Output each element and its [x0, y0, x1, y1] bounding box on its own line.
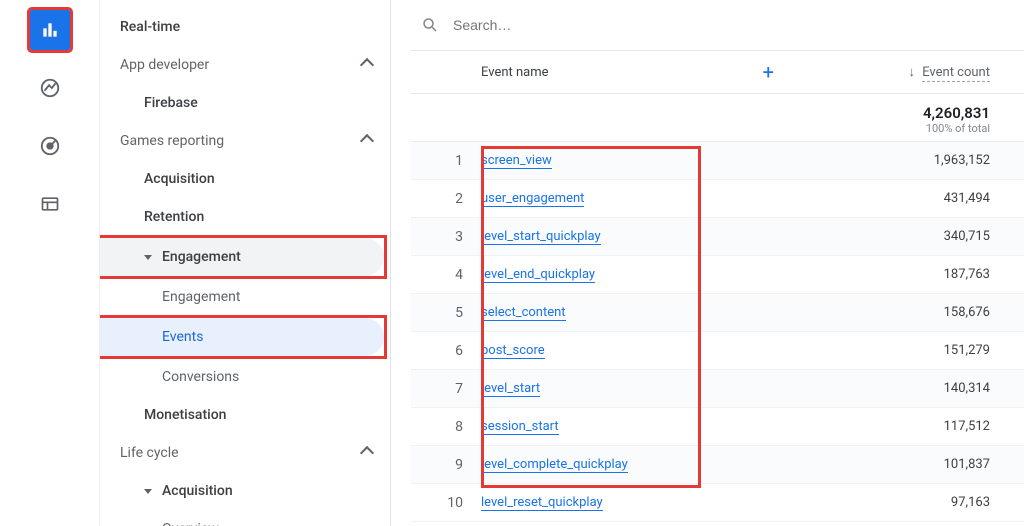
chevron-up-icon	[360, 446, 374, 460]
event-count: 158,676	[804, 305, 1024, 320]
table-row: 1screen_view 1,963,152	[411, 142, 1024, 180]
search-input[interactable]	[453, 17, 813, 33]
sidebar-firebase[interactable]: Firebase	[100, 84, 390, 122]
sidebar-acquisition[interactable]: Acquisition	[100, 160, 390, 198]
table-header: Event name + ↓ Event count	[411, 50, 1024, 94]
main-panel: Event name + ↓ Event count 4,260,831 100…	[390, 0, 1024, 526]
table-row: 5select_content 158,676	[411, 294, 1024, 332]
header-event-name: Event name	[481, 65, 549, 80]
reports-icon[interactable]	[30, 10, 70, 50]
event-link[interactable]: session_start	[481, 419, 559, 435]
library-icon[interactable]	[30, 184, 70, 224]
table-row: 3level_start_quickplay 340,715	[411, 218, 1024, 256]
event-count: 101,837	[804, 457, 1024, 472]
event-count: 340,715	[804, 229, 1024, 244]
table-row: 7level_start 140,314	[411, 370, 1024, 408]
event-link[interactable]: screen_view	[481, 153, 552, 169]
sidebar-realtime[interactable]: Real-time	[100, 8, 390, 46]
search-icon	[421, 16, 439, 34]
explore-icon[interactable]	[30, 68, 70, 108]
row-index: 1	[411, 153, 481, 169]
sidebar-engagement[interactable]: Engagement	[100, 238, 384, 276]
add-dimension-button[interactable]: +	[763, 60, 774, 84]
event-count: 140,314	[804, 381, 1024, 396]
sidebar-events[interactable]: Events	[100, 318, 384, 356]
triangle-down-icon	[144, 255, 152, 260]
table-row: 4level_end_quickplay 187,763	[411, 256, 1024, 294]
sidebar-monetisation[interactable]: Monetisation	[100, 396, 390, 434]
event-count: 97,163	[804, 495, 1024, 510]
table-row: 6post_score 151,279	[411, 332, 1024, 370]
event-link[interactable]: select_content	[481, 305, 566, 321]
table-row: 9level_complete_quickplay 101,837	[411, 446, 1024, 484]
table-row: 10level_reset_quickplay 97,163	[411, 484, 1024, 522]
event-link[interactable]: level_start	[481, 381, 540, 397]
event-count: 187,763	[804, 267, 1024, 282]
row-index: 8	[411, 419, 481, 435]
chevron-up-icon	[360, 58, 374, 72]
row-index: 5	[411, 305, 481, 321]
event-count: 117,512	[804, 419, 1024, 434]
events-table: Event name + ↓ Event count 4,260,831 100…	[411, 50, 1024, 526]
row-index: 10	[411, 495, 481, 511]
event-link[interactable]: user_engagement	[481, 191, 584, 207]
row-index: 6	[411, 343, 481, 359]
table-row: 2user_engagement 431,494	[411, 180, 1024, 218]
sidebar-group-games-reporting[interactable]: Games reporting	[100, 122, 390, 160]
event-count: 431,494	[804, 191, 1024, 206]
header-event-count[interactable]: ↓ Event count	[804, 64, 1024, 80]
table-row: 8session_start 117,512	[411, 408, 1024, 446]
search-row	[411, 0, 1024, 50]
event-count: 1,963,152	[804, 153, 1024, 168]
event-count: 151,279	[804, 343, 1024, 358]
total-percent: 100% of total	[804, 122, 990, 135]
row-index: 3	[411, 229, 481, 245]
sidebar-lc-acquisition[interactable]: Acquisition	[100, 472, 390, 510]
sidebar-group-life-cycle[interactable]: Life cycle	[100, 434, 390, 472]
event-link[interactable]: level_end_quickplay	[481, 267, 595, 283]
triangle-down-icon	[144, 489, 152, 494]
sidebar-retention[interactable]: Retention	[100, 198, 390, 236]
event-link[interactable]: post_score	[481, 343, 545, 359]
event-link[interactable]: level_reset_quickplay	[481, 495, 603, 511]
sidebar-group-app-developer[interactable]: App developer	[100, 46, 390, 84]
totals-row: 4,260,831 100% of total	[411, 94, 1024, 142]
icon-rail	[0, 0, 100, 526]
chevron-up-icon	[360, 134, 374, 148]
row-index: 2	[411, 191, 481, 207]
sidebar-conversions[interactable]: Conversions	[100, 358, 390, 396]
row-index: 7	[411, 381, 481, 397]
event-link[interactable]: level_complete_quickplay	[481, 457, 628, 473]
advertising-icon[interactable]	[30, 126, 70, 166]
sort-desc-icon: ↓	[908, 65, 915, 80]
row-index: 9	[411, 457, 481, 473]
table-body: 1screen_view1,963,1522user_engagement431…	[411, 142, 1024, 522]
row-index: 4	[411, 267, 481, 283]
sidebar-overview[interactable]: Overview	[100, 510, 390, 526]
sidebar-engagement-overview[interactable]: Engagement	[100, 278, 390, 316]
total-event-count: 4,260,831	[804, 104, 990, 122]
reports-sidebar: Real-time App developer Firebase Games r…	[100, 0, 390, 526]
event-link[interactable]: level_start_quickplay	[481, 229, 601, 245]
